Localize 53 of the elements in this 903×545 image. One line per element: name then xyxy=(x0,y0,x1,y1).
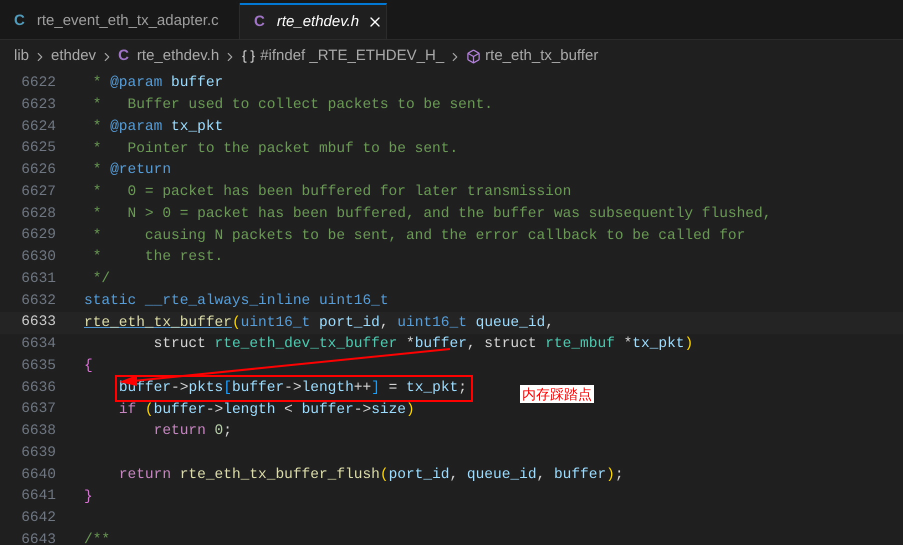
code-line: * 0 = packet has been buffered for later transmission xyxy=(92,184,572,202)
code-line: * the rest. xyxy=(92,249,224,266)
line-number: 6623 xyxy=(20,96,56,115)
line-number: 6637 xyxy=(20,400,56,420)
code-line: struct rte_eth_dev_tx_buffer *buffer, struct rte_mbuf *tx_pkt) xyxy=(154,336,694,354)
code-line: * Buffer used to collect packets to be sent. xyxy=(92,97,493,114)
code-line: { xyxy=(84,358,93,376)
breadcrumb-item[interactable]: rte_ethdev.h xyxy=(136,45,220,68)
line-number: 6632 xyxy=(20,292,56,310)
line-number: 6639 xyxy=(20,444,56,463)
breadcrumb-item[interactable]: ethdev xyxy=(51,45,96,68)
breadcrumb-item[interactable]: #ifndef _RTE_ETHDEV_H_ xyxy=(260,45,444,68)
line-number: 6633 xyxy=(20,313,56,332)
code-line: * Pointer to the packet mbuf to be sent. xyxy=(92,140,458,158)
code-line: /** xyxy=(84,532,110,545)
c-file-icon: C xyxy=(14,10,25,32)
c-file-icon: C xyxy=(254,10,265,34)
line-number: 6635 xyxy=(20,356,56,376)
code-line: return 0; xyxy=(154,423,232,440)
line-number: 6622 xyxy=(20,74,56,93)
braces-icon xyxy=(241,49,256,64)
editor-tab[interactable]: C rte_ethdev.h xyxy=(240,3,387,39)
line-number: 6630 xyxy=(20,248,56,267)
line-number: 6629 xyxy=(20,226,56,246)
line-number: 6643 xyxy=(20,530,56,545)
line-number: 6625 xyxy=(20,139,56,158)
line-number: 6638 xyxy=(20,422,56,441)
line-number: 6627 xyxy=(20,182,56,202)
line-number: 6642 xyxy=(20,509,56,528)
line-number: 6624 xyxy=(20,118,56,136)
c-file-icon: C xyxy=(118,45,129,68)
code-line: rte_eth_tx_buffer(uint16_t port_id, uint16_t queue_id, xyxy=(84,314,554,332)
line-number: 6626 xyxy=(20,161,56,180)
cube-icon xyxy=(466,49,482,64)
line-number: 6631 xyxy=(20,270,56,289)
code-line: */ xyxy=(92,271,110,288)
code-line: * N > 0 = packet has been buffered, and the buffer was subsequently flushed, xyxy=(92,206,772,223)
code-line: static __rte_always_inline uint16_t xyxy=(84,292,389,310)
code-line: * @param buffer xyxy=(92,75,224,92)
code-line: * @return xyxy=(92,162,172,180)
code-line: if (buffer->length < buffer->size) xyxy=(118,402,415,419)
annotation-label: 内存踩踏点 xyxy=(520,385,594,403)
line-number: 6640 xyxy=(20,466,56,484)
line-number: 6636 xyxy=(20,378,56,398)
line-number: 6641 xyxy=(20,487,56,506)
code-line: * @param tx_pkt xyxy=(92,118,224,136)
code-line: } xyxy=(84,488,93,506)
code-line: * causing N packets to be sent, and the error callback to be called for xyxy=(92,228,746,245)
code-line: return rte_eth_tx_buffer_flush(port_id, queue_id, buffer); xyxy=(118,466,624,484)
breadcrumb-item[interactable]: rte_eth_tx_buffer xyxy=(485,45,598,68)
line-number: 6634 xyxy=(20,335,56,354)
breadcrumb-item[interactable]: lib xyxy=(14,45,30,68)
line-number: 6628 xyxy=(20,204,56,224)
